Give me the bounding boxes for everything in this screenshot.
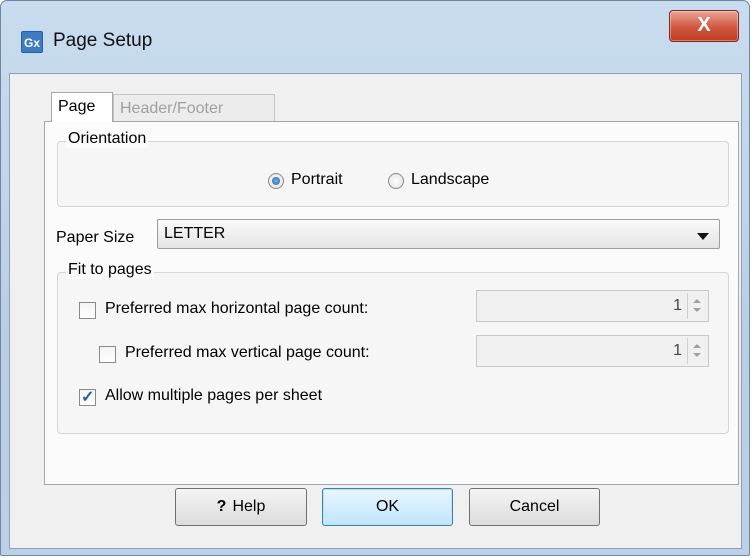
landscape-radio[interactable] [388, 173, 404, 189]
tab-header-footer[interactable]: Header/Footer [113, 94, 275, 122]
checkmark-icon: ✓ [81, 389, 95, 406]
chevron-down-icon [697, 233, 709, 240]
landscape-label[interactable]: Landscape [411, 171, 489, 189]
allow-multiple-pages-checkbox[interactable]: ✓ [79, 389, 96, 406]
horizontal-count-checkbox[interactable] [79, 302, 96, 319]
horizontal-count-spinner[interactable]: 1 [476, 290, 709, 322]
vertical-count-value: 1 [673, 342, 682, 359]
help-button-label: Help [232, 498, 266, 515]
paper-size-value: LETTER [164, 225, 226, 242]
help-button[interactable]: ? Help [175, 488, 307, 526]
tab-page[interactable]: Page [51, 92, 113, 122]
window-title: Page Setup [53, 30, 153, 51]
ok-button-label: OK [375, 498, 400, 515]
close-button[interactable]: X [669, 10, 739, 42]
fit-to-pages-group-label: Fit to pages [66, 261, 154, 279]
vertical-count-stepper[interactable] [687, 338, 706, 364]
portrait-label[interactable]: Portrait [291, 171, 343, 189]
cancel-button[interactable]: Cancel [469, 488, 600, 526]
arrow-down-icon[interactable] [693, 353, 701, 357]
cancel-button-label: Cancel [509, 498, 560, 515]
portrait-radio[interactable] [268, 173, 284, 189]
dialog-body: Page Header/Footer Orientation Portrait … [9, 73, 742, 549]
arrow-up-icon[interactable] [693, 344, 701, 348]
vertical-count-label[interactable]: Preferred max vertical page count: [125, 344, 370, 362]
horizontal-count-value: 1 [673, 297, 682, 314]
arrow-up-icon[interactable] [693, 299, 701, 303]
app-icon: Gx [21, 31, 43, 53]
horizontal-count-stepper[interactable] [687, 293, 706, 319]
title-bar[interactable]: Gx Page Setup X [1, 1, 749, 73]
ok-button[interactable]: OK [322, 488, 453, 526]
arrow-down-icon[interactable] [693, 308, 701, 312]
paper-size-label: Paper Size [56, 229, 135, 246]
vertical-count-spinner[interactable]: 1 [476, 335, 709, 367]
help-icon: ? [216, 498, 227, 515]
page-setup-window: Gx Page Setup X Page Header/Footer Orien… [0, 0, 750, 556]
vertical-count-checkbox[interactable] [99, 346, 116, 363]
orientation-group-label: Orientation [66, 130, 149, 148]
horizontal-count-label[interactable]: Preferred max horizontal page count: [105, 300, 368, 318]
allow-multiple-pages-label[interactable]: Allow multiple pages per sheet [105, 387, 322, 405]
paper-size-select[interactable]: LETTER [157, 219, 720, 249]
